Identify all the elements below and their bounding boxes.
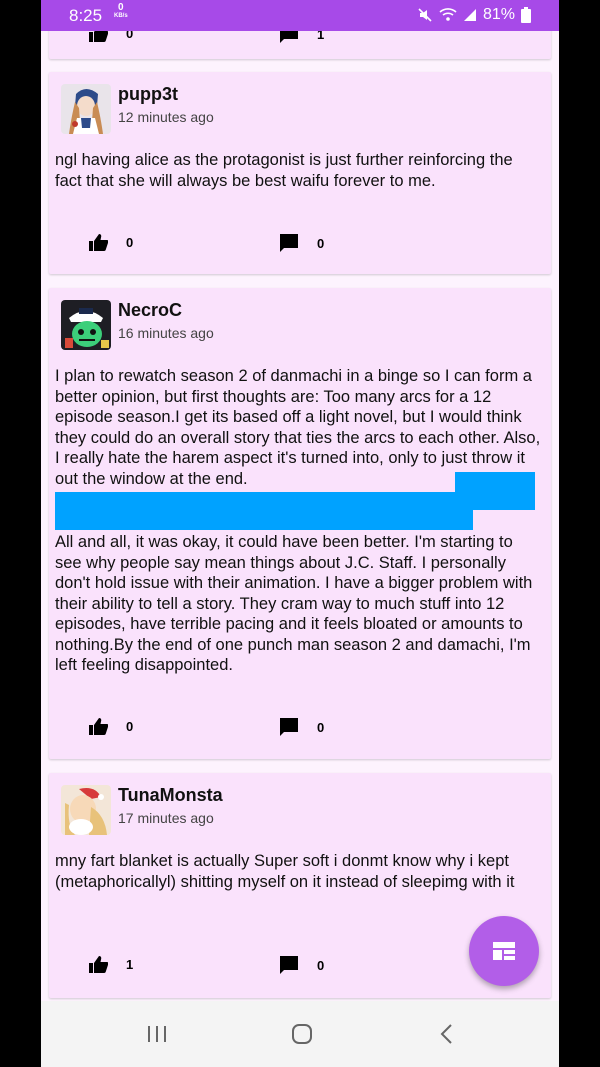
- comment-icon: [280, 956, 298, 974]
- timestamp: 16 minutes ago: [118, 325, 214, 341]
- fab-button[interactable]: [469, 916, 539, 986]
- comment-icon: [280, 31, 298, 43]
- network-speed-unit: KB/s: [114, 13, 128, 19]
- comment-count: 0: [317, 957, 325, 973]
- like-count: 0: [126, 31, 134, 41]
- battery-icon: [521, 7, 531, 23]
- comment-count: 1: [317, 31, 325, 42]
- comment-icon: [280, 718, 298, 736]
- back-icon: [440, 1024, 452, 1044]
- comment-text: mny fart blanket is actually Super soft …: [55, 852, 515, 891]
- home-button[interactable]: [291, 1023, 313, 1052]
- thumbs-up-icon: [89, 718, 108, 735]
- like-button[interactable]: 0: [89, 234, 133, 251]
- timestamp: 17 minutes ago: [118, 810, 214, 826]
- comment-card: pupp3t 12 minutes ago ngl having alice a…: [49, 72, 551, 274]
- status-bar: 8:25 0 KB/s 81%: [41, 0, 559, 31]
- thumbs-up-icon: [89, 956, 108, 973]
- navigation-bar: [41, 1001, 559, 1067]
- timestamp: 12 minutes ago: [118, 109, 214, 125]
- comment-text: ngl having alice as the protagonist is j…: [55, 151, 513, 190]
- comment-actions: 0 0: [89, 234, 511, 258]
- avatar[interactable]: [61, 300, 111, 350]
- recents-button[interactable]: [147, 1023, 167, 1051]
- comment-text: I plan to rewatch season 2 of danmachi i…: [55, 367, 541, 488]
- comment-actions: 1 0: [89, 956, 511, 980]
- comment-count: 0: [317, 235, 325, 251]
- like-count: 1: [126, 957, 134, 972]
- like-count: 0: [126, 719, 134, 734]
- comment-feed[interactable]: 0 1 pupp3t 12 minutes ago ngl having ali…: [41, 31, 559, 1001]
- username[interactable]: NecroC: [118, 300, 182, 321]
- avatar[interactable]: [61, 785, 111, 835]
- signal-icon: [463, 9, 476, 21]
- back-button[interactable]: [439, 1023, 455, 1052]
- comment-text: All and all, it was okay, it could have …: [55, 533, 533, 674]
- thumbs-up-icon: [89, 234, 108, 251]
- home-icon: [292, 1024, 312, 1044]
- status-icons: 81%: [417, 6, 531, 24]
- comment-button[interactable]: 0: [280, 718, 324, 736]
- text-selection-highlight: [55, 492, 473, 530]
- username[interactable]: TunaMonsta: [118, 785, 223, 806]
- mute-icon: [418, 8, 432, 22]
- like-button[interactable]: 1: [89, 956, 133, 973]
- comment-button[interactable]: 0: [280, 234, 324, 252]
- thumbs-up-icon: [89, 31, 108, 42]
- recents-icon: [148, 1026, 166, 1042]
- wifi-icon: [439, 8, 457, 21]
- comment-button[interactable]: 1: [280, 31, 324, 43]
- network-speed: 0 KB/s: [114, 2, 128, 20]
- avatar[interactable]: [61, 84, 111, 134]
- comment-icon: [280, 234, 298, 252]
- like-count: 0: [126, 235, 134, 250]
- phone-screen: 8:25 0 KB/s 81% 0 1 pupp3t 12 minutes ag…: [41, 0, 559, 1067]
- like-button[interactable]: 0: [89, 718, 133, 735]
- dashboard-icon: [493, 942, 515, 960]
- status-time: 8:25: [69, 6, 103, 25]
- battery-percent: 81%: [482, 6, 515, 23]
- comment-card-partial: 0 1: [49, 31, 551, 59]
- comment-card: NecroC 16 minutes ago I plan to rewatch …: [49, 288, 551, 759]
- network-speed-value: 0: [118, 2, 124, 13]
- comment-actions: 0 0: [89, 718, 511, 742]
- like-button[interactable]: 0: [89, 31, 133, 42]
- comment-count: 0: [317, 719, 325, 735]
- username[interactable]: pupp3t: [118, 84, 178, 105]
- comment-actions: 0 1: [89, 31, 511, 49]
- comment-button[interactable]: 0: [280, 956, 324, 974]
